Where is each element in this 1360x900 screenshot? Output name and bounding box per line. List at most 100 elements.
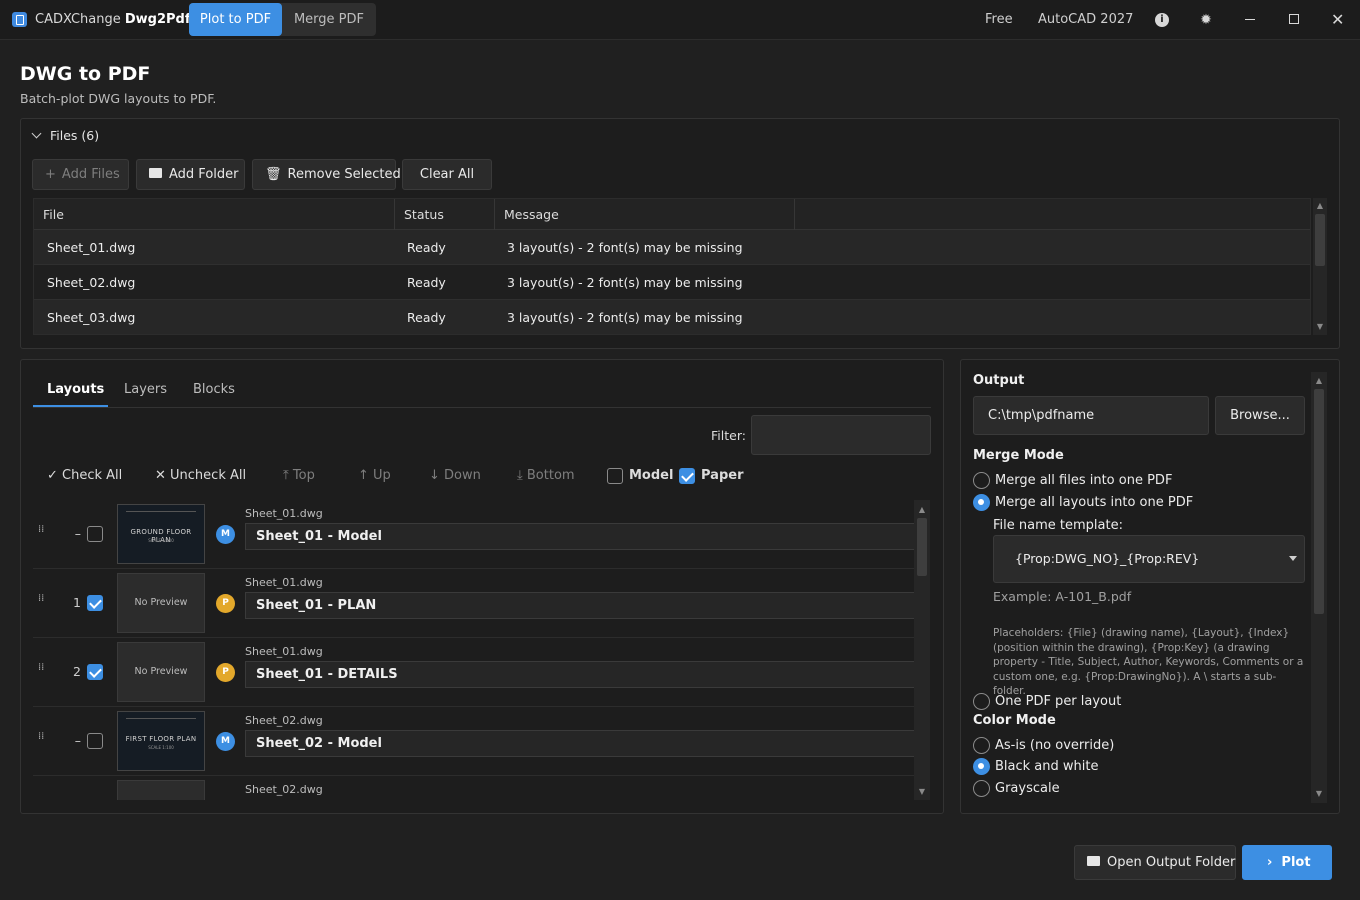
layout-file-name: Sheet_01.dwg — [245, 645, 323, 658]
check-all-button[interactable]: ✓ Check All — [47, 468, 122, 483]
move-top-button[interactable]: ⤒ Top — [283, 468, 315, 483]
license-label[interactable]: Free — [985, 12, 1013, 27]
drag-handle-icon[interactable]: ⁞⁞ — [38, 663, 46, 678]
move-bottom-button[interactable]: ⤓ Bottom — [517, 468, 575, 483]
radio-color-asis[interactable] — [973, 737, 990, 754]
layout-index: 2 — [73, 664, 81, 679]
drag-handle-icon[interactable]: ⁞⁞ — [38, 732, 46, 747]
template-help-text: Placeholders: {File} (drawing name), {La… — [993, 627, 1304, 697]
status-cell: Ready — [407, 240, 446, 255]
scroll-up-icon[interactable]: ▲ — [1313, 376, 1325, 386]
app-logo-icon — [12, 12, 27, 27]
layout-checkbox[interactable] — [87, 664, 103, 680]
column-file[interactable]: File — [34, 199, 395, 230]
autocad-version-label[interactable]: AutoCAD 2027 — [1038, 12, 1133, 27]
output-scrollbar[interactable]: ▲ ▼ — [1311, 372, 1327, 803]
layouts-scrollbar[interactable]: ▲ ▼ — [914, 500, 930, 800]
radio-merge-files[interactable] — [973, 472, 990, 489]
layout-name-field[interactable]: Sheet_01 - Model — [245, 523, 915, 550]
layout-file-name: Sheet_02.dwg — [245, 783, 323, 796]
plot-button[interactable]: › Plot — [1242, 845, 1332, 880]
minimize-button[interactable] — [1245, 19, 1255, 20]
table-row[interactable]: Sheet_02.dwg Ready 3 layout(s) - 2 font(… — [34, 265, 1310, 300]
filter-label: Filter: — [711, 428, 746, 443]
layout-name-field[interactable]: Sheet_02 - Model — [245, 730, 915, 757]
layout-thumbnail — [117, 780, 205, 800]
tab-plot-to-pdf[interactable]: Plot to PDF — [189, 3, 282, 36]
layout-name-field[interactable]: Sheet_01 - DETAILS — [245, 661, 915, 688]
scroll-down-icon[interactable]: ▼ — [1313, 789, 1325, 799]
tab-blocks[interactable]: Blocks — [193, 382, 235, 397]
radio-color-grayscale[interactable] — [973, 780, 990, 797]
merge-files-label: Merge all files into one PDF — [995, 473, 1173, 488]
paper-badge: P — [216, 663, 235, 682]
list-item[interactable]: ⁞⁞ 2 No Preview P Sheet_01.dwg Sheet_01 … — [33, 638, 915, 707]
radio-color-bw[interactable] — [973, 758, 990, 775]
layout-file-name: Sheet_02.dwg — [245, 714, 323, 727]
radio-merge-layouts[interactable] — [973, 494, 990, 511]
add-files-button[interactable]: + Add Files — [32, 159, 129, 190]
tab-layers[interactable]: Layers — [124, 382, 167, 397]
files-header-label: Files (6) — [50, 128, 100, 143]
list-item[interactable]: ⁞⁞ 1 No Preview P Sheet_01.dwg Sheet_01 … — [33, 569, 915, 638]
template-value: {Prop:DWG_NO}_{Prop:REV} — [1015, 551, 1200, 566]
column-status[interactable]: Status — [395, 199, 495, 230]
color-asis-label: As-is (no override) — [995, 738, 1115, 753]
message-cell: 3 layout(s) - 2 font(s) may be missing — [507, 310, 743, 325]
output-path-input[interactable]: C:\tmp\pdfname — [973, 396, 1209, 435]
paper-checkbox[interactable] — [679, 468, 695, 484]
scroll-thumb[interactable] — [1314, 389, 1324, 614]
theme-toggle-icon[interactable]: ✹ — [1196, 10, 1216, 30]
scroll-thumb[interactable] — [1315, 214, 1325, 266]
model-badge: M — [216, 732, 235, 751]
tab-layouts[interactable]: Layouts — [47, 382, 104, 397]
layout-checkbox[interactable] — [87, 526, 103, 542]
drag-handle-icon[interactable]: ⁞⁞ — [38, 594, 46, 609]
close-button[interactable]: ✕ — [1331, 10, 1344, 29]
list-item[interactable]: ⁞⁞ – GROUND FLOOR PLAN SCALE 1:100 M Shee… — [33, 500, 915, 569]
radio-one-per-layout[interactable] — [973, 693, 990, 710]
model-badge: M — [216, 525, 235, 544]
column-message[interactable]: Message — [495, 199, 795, 230]
scroll-up-icon[interactable]: ▲ — [1314, 201, 1326, 211]
scroll-down-icon[interactable]: ▼ — [916, 787, 928, 797]
paper-badge: P — [216, 594, 235, 613]
title-bar: CADXChange Dwg2Pdf Plot to PDF Merge PDF… — [0, 0, 1360, 40]
remove-selected-button[interactable]: 🗑 Remove Selected — [252, 159, 401, 190]
layout-checkbox[interactable] — [87, 595, 103, 611]
drag-handle-icon[interactable]: ⁞⁞ — [38, 525, 46, 540]
tab-divider — [33, 407, 931, 408]
list-item[interactable]: ⁞⁞ – FIRST FLOOR PLAN SCALE 1:100 M Sheet… — [33, 707, 915, 776]
files-panel: Files (6) + Add Files Add Folder 🗑 Remove … — [20, 118, 1340, 349]
add-folder-button[interactable]: Add Folder — [136, 159, 245, 190]
browse-button[interactable]: Browse... — [1215, 396, 1305, 435]
move-up-button[interactable]: ↑ Up — [358, 468, 391, 483]
model-label: Model — [629, 468, 674, 483]
layout-index: – — [74, 733, 81, 748]
message-cell: 3 layout(s) - 2 font(s) may be missing — [507, 275, 743, 290]
model-checkbox[interactable] — [607, 468, 623, 484]
scroll-thumb[interactable] — [917, 518, 927, 576]
move-down-button[interactable]: ↓ Down — [429, 468, 481, 483]
open-output-folder-button[interactable]: Open Output Folder — [1074, 845, 1236, 880]
layout-index: 1 — [73, 595, 81, 610]
files-expander[interactable]: Files (6) — [31, 128, 100, 143]
filter-input[interactable] — [751, 415, 931, 455]
tab-merge-pdf[interactable]: Merge PDF — [282, 3, 376, 36]
layout-checkbox[interactable] — [87, 733, 103, 749]
files-scrollbar[interactable]: ▲ ▼ — [1313, 198, 1327, 335]
info-icon[interactable]: i — [1155, 13, 1169, 27]
file-cell: Sheet_01.dwg — [47, 240, 136, 255]
clear-all-button[interactable]: Clear All — [402, 159, 492, 190]
table-row[interactable]: Sheet_03.dwg Ready 3 layout(s) - 2 font(… — [34, 300, 1310, 334]
maximize-button[interactable] — [1289, 14, 1299, 24]
layout-name-field[interactable]: Sheet_01 - PLAN — [245, 592, 915, 619]
uncheck-all-button[interactable]: ✕ Uncheck All — [155, 468, 246, 483]
table-row[interactable]: Sheet_01.dwg Ready 3 layout(s) - 2 font(… — [34, 230, 1310, 265]
scroll-down-icon[interactable]: ▼ — [1314, 322, 1326, 332]
scroll-up-icon[interactable]: ▲ — [916, 505, 928, 515]
list-item[interactable]: Sheet_02.dwg — [33, 776, 915, 800]
folder-icon — [149, 168, 162, 178]
template-select[interactable]: {Prop:DWG_NO}_{Prop:REV} — [993, 535, 1305, 583]
layout-thumbnail: GROUND FLOOR PLAN SCALE 1:100 — [117, 504, 205, 564]
